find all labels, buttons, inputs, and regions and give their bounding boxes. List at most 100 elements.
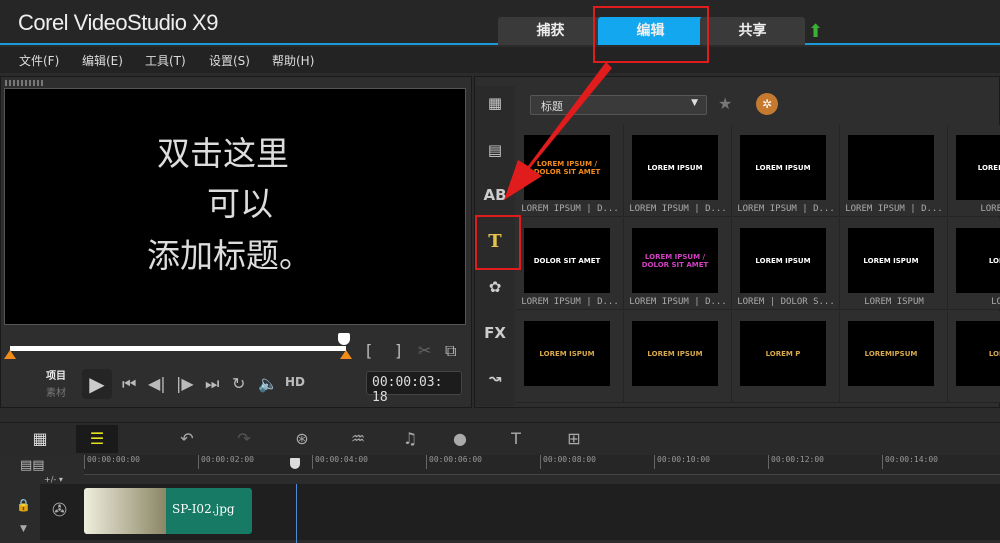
title-template-item[interactable]: LOREM P: [732, 311, 840, 403]
template-caption: LOREM IPSUM | D...: [629, 297, 727, 307]
expand-icon[interactable]: ▼: [20, 524, 27, 534]
timeline-playhead[interactable]: [290, 458, 300, 469]
record-capture-icon[interactable]: ⊛: [290, 429, 314, 451]
redo-icon[interactable]: ↷: [232, 429, 256, 451]
end-button[interactable]: ⏭: [205, 374, 219, 394]
enlarge-icon[interactable]: ⧉: [445, 341, 456, 361]
volume-icon[interactable]: 🔈: [258, 374, 278, 393]
template-thumbnail: LOREMIPSUM: [848, 321, 934, 386]
template-caption: LOREM ISPUM: [864, 297, 924, 307]
title-bar: Corel VideoStudio X9 捕获 编辑 共享 ⬆: [0, 0, 1000, 45]
clip-thumbnail: [84, 488, 166, 534]
play-button[interactable]: ▶: [82, 369, 112, 399]
annotation-box-edit-tab: [593, 6, 709, 63]
menu-tools[interactable]: 工具(T): [145, 52, 186, 69]
template-thumbnail: LOREM P: [740, 321, 826, 386]
get-more-icon[interactable]: ✲: [756, 93, 778, 115]
title-template-item[interactable]: LOREM IPSUM | D...: [840, 125, 948, 217]
template-caption: LOREM | DOLOR S...: [737, 297, 835, 307]
filter-fx-icon[interactable]: FX: [481, 324, 509, 350]
preview-screen[interactable]: 双击这里 可以 添加标题。: [4, 88, 466, 325]
title-template-item[interactable]: LORE: [948, 311, 1000, 403]
ruler-tick-label: 00:00:02:00: [198, 455, 254, 469]
annotation-box-title-icon: [475, 215, 521, 270]
storyboard-view-icon[interactable]: ▦: [28, 429, 52, 451]
template-caption: LOREM IPSUM | D...: [521, 297, 619, 307]
title-template-item[interactable]: LOREM ISPUM: [516, 311, 624, 403]
tab-share[interactable]: 共享: [700, 17, 805, 45]
template-thumbnail: [848, 135, 934, 200]
title-template-item[interactable]: LOREM IPSUM LOREM | DOLOR S...: [732, 218, 840, 310]
multi-camera-icon[interactable]: ⊞: [562, 429, 586, 451]
time-ruler[interactable]: 00:00:00:00 00:00:02:00 00:00:04:00 00:00:0…: [84, 455, 1000, 475]
menu-edit[interactable]: 编辑(E): [82, 52, 123, 69]
title-template-item[interactable]: LOREM IPSUM LOREM IPSUM | D...: [624, 125, 732, 217]
template-thumbnail: LOREM IPSUM: [740, 228, 826, 293]
ruler-tick-label: 00:00:10:00: [654, 455, 710, 469]
trim-start-handle[interactable]: [4, 350, 16, 359]
motion-path-icon[interactable]: ↝: [481, 369, 509, 395]
template-thumbnail: LOREM IPSUM / DOLOR SIT AMET: [632, 228, 718, 293]
timeline-view-icon[interactable]: ☰: [76, 425, 118, 453]
mark-in-button[interactable]: [: [366, 341, 372, 360]
splitter[interactable]: [0, 410, 1000, 422]
home-button[interactable]: ⏮: [122, 374, 136, 394]
title-template-item[interactable]: LORE LORE: [948, 218, 1000, 310]
title-template-item[interactable]: LOREM ISPUM LOREM ISPUM: [840, 218, 948, 310]
hd-button[interactable]: HD: [285, 375, 305, 389]
motion-tracking-icon[interactable]: ●: [448, 429, 472, 451]
chevron-down-icon: ▼: [691, 98, 698, 108]
subtitle-editor-icon[interactable]: T: [504, 429, 528, 451]
lock-icon[interactable]: 🔒: [16, 498, 31, 512]
ruler-tick-label: 00:00:12:00: [768, 455, 824, 469]
menu-file[interactable]: 文件(F): [19, 52, 59, 69]
template-thumbnail: LORE: [956, 321, 1000, 386]
template-caption: LOREM IP: [980, 204, 1000, 214]
template-thumbnail: LOREM ISPUM: [524, 321, 610, 386]
tab-capture[interactable]: 捕获: [498, 17, 603, 45]
menu-help[interactable]: 帮助(H): [272, 52, 314, 69]
scissors-icon[interactable]: ✂: [418, 341, 431, 360]
clip-name: SP-I02.jpg: [172, 502, 235, 516]
sound-mixer-icon[interactable]: ♒: [346, 429, 370, 451]
timeline-clip[interactable]: SP-I02.jpg: [84, 488, 252, 534]
title-template-item[interactable]: LOREM IPSUM LOREM IPSUM | D...: [732, 125, 840, 217]
mode-project[interactable]: 项目: [46, 367, 66, 382]
playhead-handle[interactable]: [338, 333, 350, 345]
add-favorite-icon[interactable]: ★: [718, 94, 732, 113]
track-mode-toggle[interactable]: +/- ▾: [44, 475, 63, 484]
ruler-tick-label: 00:00:08:00: [540, 455, 596, 469]
panel-grip[interactable]: [5, 80, 45, 86]
menu-settings[interactable]: 设置(S): [209, 52, 250, 69]
repeat-icon[interactable]: ↻: [232, 374, 245, 393]
title-template-item[interactable]: LOREM IPSUM / DOLOR SIT AMET LOREM IPSUM …: [624, 218, 732, 310]
track-manager-icon[interactable]: ▤▤: [20, 458, 45, 473]
ruler-tick-label: 00:00:04:00: [312, 455, 368, 469]
title-line-3: 添加标题。: [147, 236, 312, 275]
scrubber-bar[interactable]: [10, 346, 346, 351]
ruler-tick-label: 00:00:00:00: [84, 455, 140, 469]
graphic-icon[interactable]: ✿: [481, 278, 509, 304]
title-template-item[interactable]: DOLOR SIT AMET LOREM IPSUM | D...: [516, 218, 624, 310]
template-thumbnail: LORE: [956, 228, 1000, 293]
template-thumbnail: LOREM IPS: [956, 135, 1000, 200]
title-line-1: 双击这里: [157, 134, 289, 173]
film-reel-icon: ✇: [52, 500, 68, 521]
template-thumbnail: DOLOR SIT AMET: [524, 228, 610, 293]
title-template-item[interactable]: LOREM IPS LOREM IP: [948, 125, 1000, 217]
title-template-item[interactable]: LOREM IPSUM: [624, 311, 732, 403]
timecode-field[interactable]: 00:00:03: 18: [366, 371, 462, 405]
ruler-tick-label: 00:00:06:00: [426, 455, 482, 469]
trim-end-handle[interactable]: [340, 350, 352, 359]
title-template-item[interactable]: LOREMIPSUM: [840, 311, 948, 403]
auto-music-icon[interactable]: ♫: [398, 429, 422, 451]
undo-icon[interactable]: ↶: [175, 429, 199, 451]
template-thumbnail: LOREM IPSUM: [632, 135, 718, 200]
mode-clip[interactable]: 素材: [46, 384, 66, 399]
next-frame-button[interactable]: |▶: [176, 374, 194, 393]
mark-out-button[interactable]: ]: [395, 341, 401, 360]
upload-arrow-icon[interactable]: ⬆: [808, 23, 826, 41]
previous-frame-button[interactable]: ◀|: [148, 374, 166, 393]
template-thumbnail: LOREM IPSUM: [632, 321, 718, 386]
template-caption: LORE: [991, 297, 1000, 307]
